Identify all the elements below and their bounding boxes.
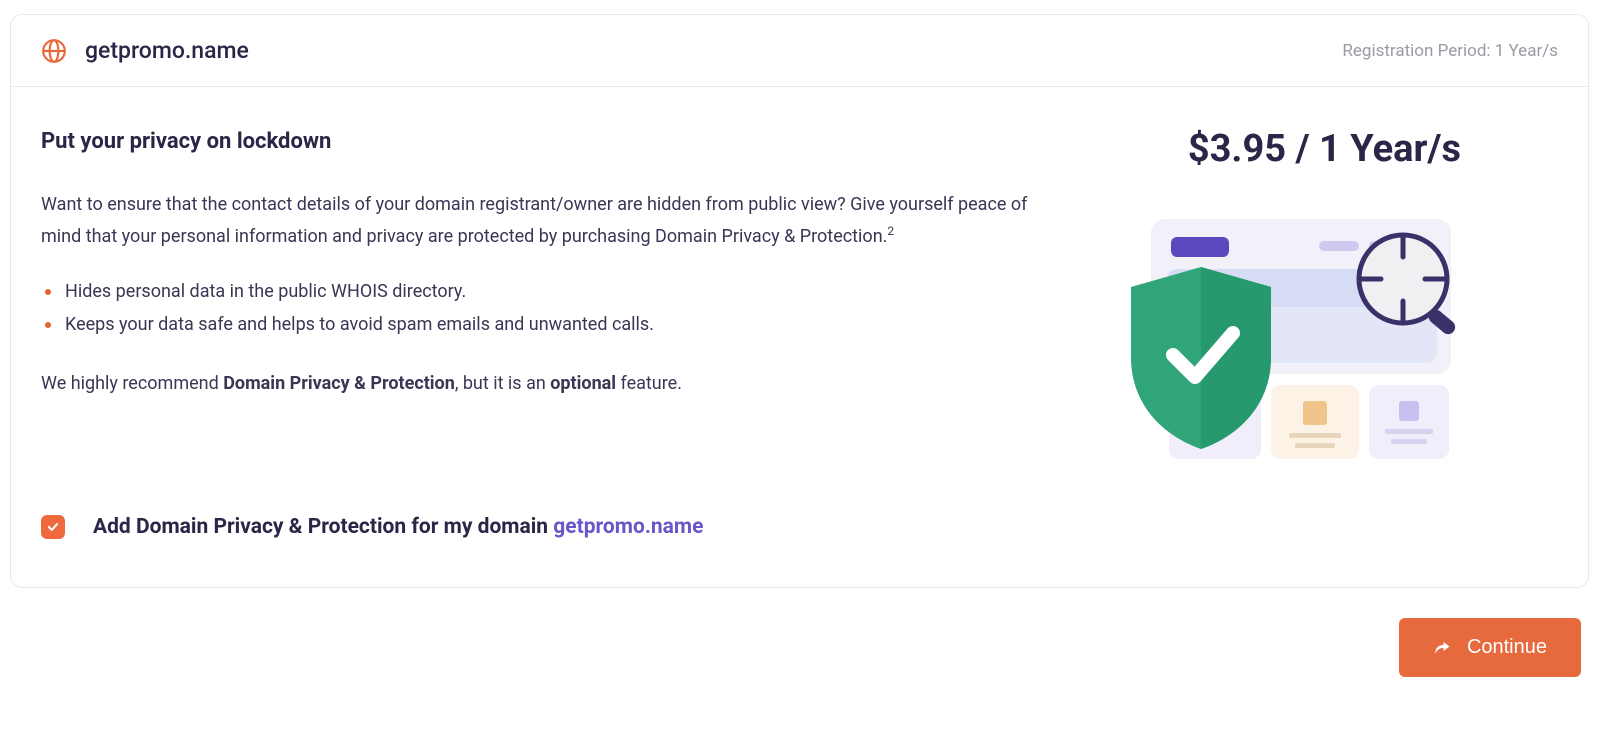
reco-bold-1: Domain Privacy & Protection <box>223 373 455 394</box>
registration-period: Registration Period: 1 Year/s <box>1342 41 1558 61</box>
list-item: Hides personal data in the public WHOIS … <box>41 276 1061 308</box>
option-row: Add Domain Privacy & Protection for my d… <box>11 515 1588 587</box>
privacy-illustration <box>1121 207 1461 467</box>
continue-button[interactable]: Continue <box>1399 618 1581 677</box>
content-column: Put your privacy on lockdown Want to ens… <box>41 127 1061 467</box>
privacy-checkbox[interactable] <box>41 515 65 539</box>
option-label-text: Add Domain Privacy & Protection for my d… <box>93 515 553 539</box>
section-title: Put your privacy on lockdown <box>41 129 1061 154</box>
reco-bold-2: optional <box>550 373 616 394</box>
intro-text: Want to ensure that the contact details … <box>41 190 1061 252</box>
recommendation-text: We highly recommend Domain Privacy & Pro… <box>41 369 1061 400</box>
price-display: $3.95 / 1 Year/s <box>1188 127 1461 171</box>
intro-body: Want to ensure that the contact details … <box>41 194 1027 247</box>
list-item: Keeps your data safe and helps to avoid … <box>41 309 1061 341</box>
reco-mid: , but it is an <box>455 373 550 394</box>
header-left: getpromo.name <box>41 37 249 64</box>
footer-actions: Continue <box>10 618 1589 677</box>
intro-footnote: 2 <box>887 224 894 238</box>
privacy-option-label[interactable]: Add Domain Privacy & Protection for my d… <box>93 515 703 539</box>
continue-label: Continue <box>1467 636 1547 659</box>
arrow-share-icon <box>1433 639 1451 657</box>
privacy-upsell-card: getpromo.name Registration Period: 1 Yea… <box>10 14 1589 588</box>
reco-post: feature. <box>616 373 682 394</box>
card-body: Put your privacy on lockdown Want to ens… <box>11 87 1588 515</box>
card-header: getpromo.name Registration Period: 1 Yea… <box>11 15 1588 87</box>
globe-icon <box>41 38 67 64</box>
domain-name: getpromo.name <box>85 37 249 64</box>
feature-list: Hides personal data in the public WHOIS … <box>41 276 1061 341</box>
check-icon <box>46 520 60 534</box>
option-label-domain: getpromo.name <box>553 515 703 539</box>
reco-pre: We highly recommend <box>41 373 223 394</box>
side-column: $3.95 / 1 Year/s <box>1101 127 1461 467</box>
